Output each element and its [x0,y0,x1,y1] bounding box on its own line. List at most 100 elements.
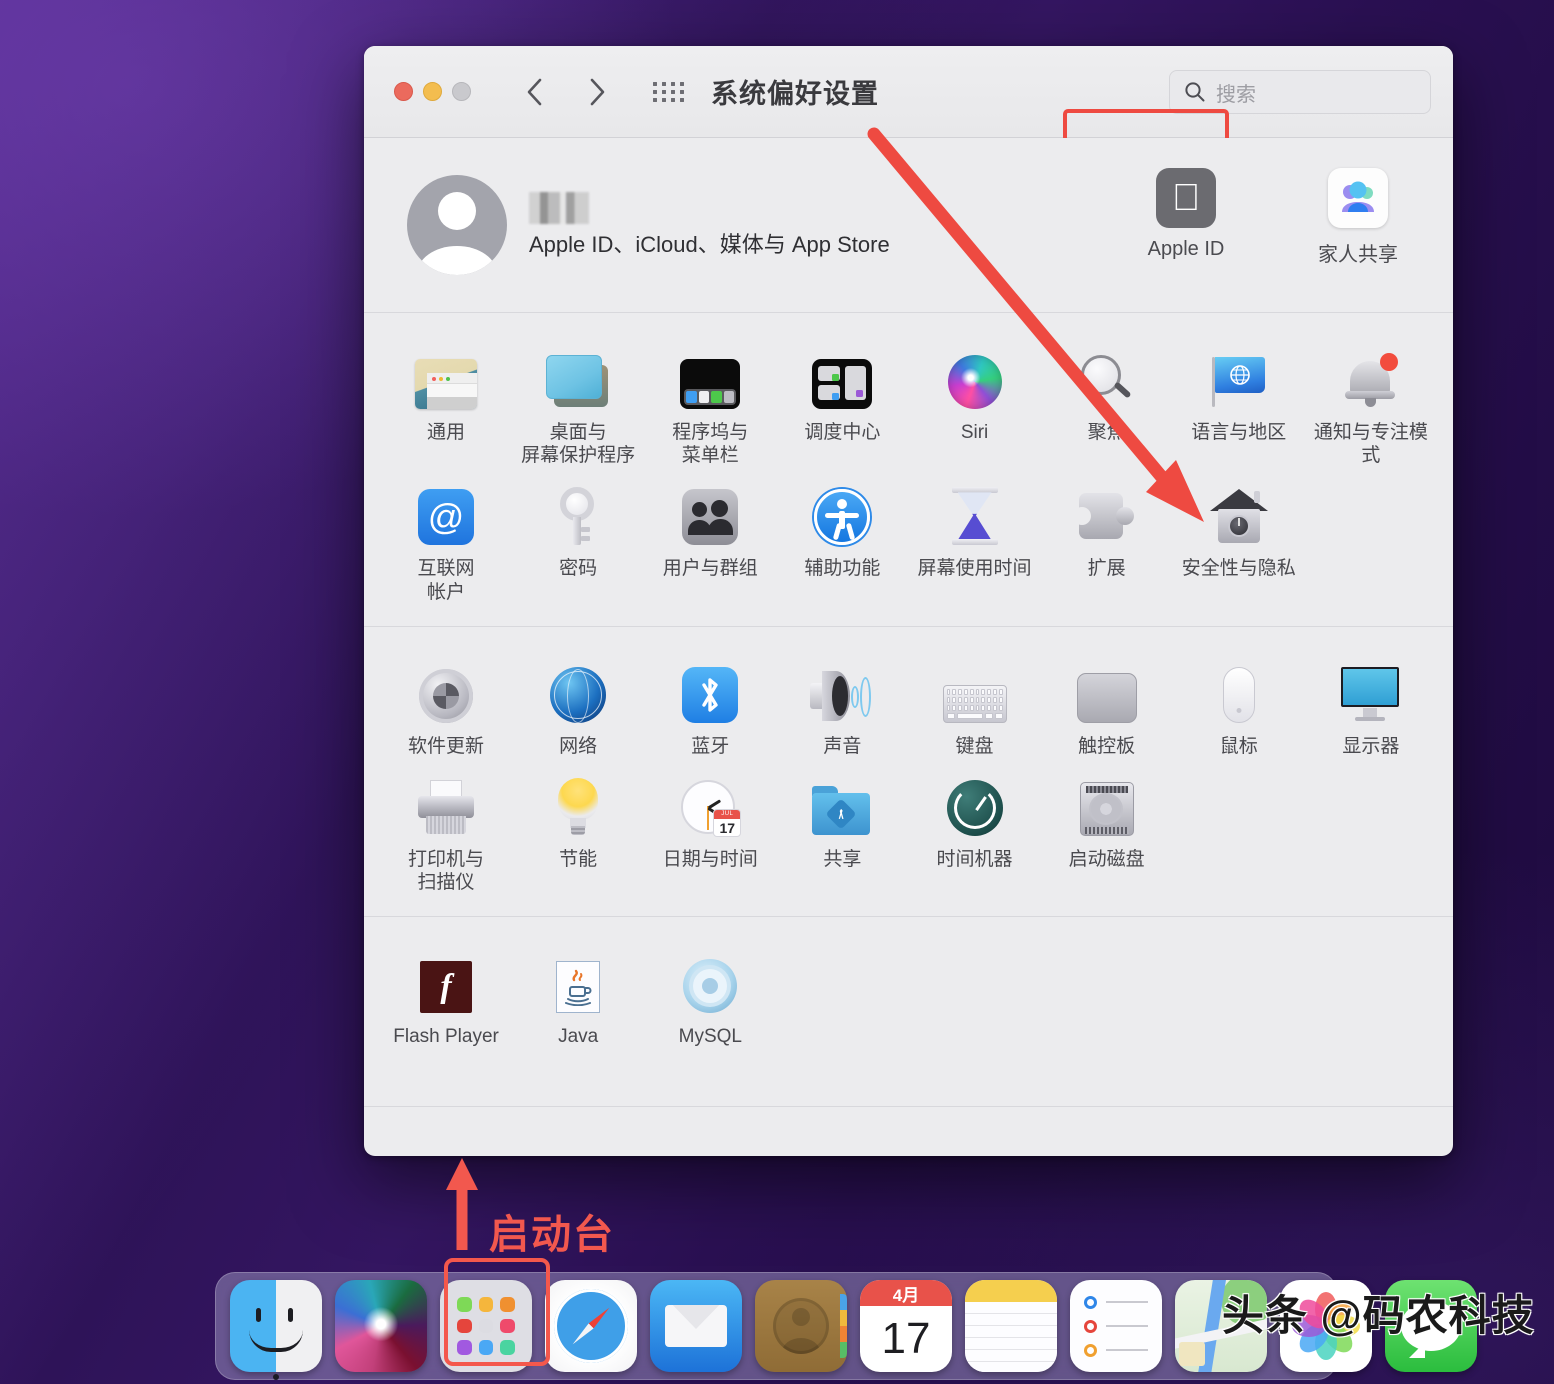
launchpad-annotation-label: 启动台 [489,1213,615,1257]
pane-label: 触控板 [1078,735,1136,757]
calendar-day-label: 17 [719,820,736,837]
siri-dock-icon [335,1280,427,1372]
sound-speaker-icon [810,670,874,723]
pane-siri[interactable]: Siri [909,339,1041,467]
pane-label: 调度中心 [804,422,881,443]
pane-bluetooth[interactable]: 蓝牙 [644,653,776,758]
pane-printers-scanners[interactable]: 打印机与 扫描仪 [380,766,512,894]
pane-energy-saver[interactable]: 节能 [512,766,644,894]
pane-flash-player[interactable]: f Flash Player [380,943,512,1048]
pane-language-region[interactable]: 语言与地区 [1173,339,1305,467]
time-machine-icon [946,779,1003,836]
pane-label: 显示器 [1342,735,1400,757]
dock-item-calendar[interactable]: 4月 17 [860,1280,952,1372]
pane-mysql[interactable]: MySQL [644,943,776,1048]
show-all-grid-icon[interactable] [653,81,685,102]
dock-item-safari[interactable] [545,1280,637,1372]
pane-passwords[interactable]: 密码 [512,475,644,603]
apple-id-shortcuts:  Apple ID [1131,168,1413,267]
preferences-section-personal: 通用 桌面与 屏幕保护程序 程序坞与 菜单栏 调度中心 Siri 聚焦 语言与地… [364,313,1453,627]
pane-spotlight[interactable]: 聚焦 [1041,339,1173,467]
pane-notifications-focus[interactable]: 通知与专注模式 [1305,339,1437,467]
pane-time-machine[interactable]: 时间机器 [909,766,1041,894]
dock-item-siri[interactable] [335,1280,427,1372]
software-update-icon [419,668,474,723]
zoom-button[interactable] [452,82,471,101]
energy-saver-bulb-icon [555,777,601,836]
pane-startup-disk[interactable]: 启动磁盘 [1041,766,1173,894]
watermark: 头条 @码农科技 [1222,1292,1535,1339]
pane-label: 聚焦 [1087,422,1126,443]
pane-label: 网络 [559,735,598,757]
pane-internet-accounts[interactable]: @ 互联网 帐户 [380,475,512,603]
pane-label: 打印机与 扫描仪 [408,848,485,894]
pane-mission-control[interactable]: 调度中心 [776,339,908,467]
pane-general[interactable]: 通用 [380,339,512,467]
pane-sharing[interactable]: 共享 [776,766,908,894]
contacts-icon [755,1280,847,1372]
pane-extensions[interactable]: 扩展 [1041,475,1173,603]
pane-label: 语言与地区 [1191,422,1287,443]
pane-label: 桌面与 屏幕保护程序 [521,422,636,467]
pane-label: 软件更新 [408,735,485,757]
desktop-wallpaper: 系统偏好设置 搜索 Apple ID、iCloud、媒体与 App Store [0,0,1554,1384]
pane-dock-menubar[interactable]: 程序坞与 菜单栏 [644,339,776,467]
displays-icon [1340,666,1401,723]
launchpad-icon [440,1280,532,1372]
pane-label: 蓝牙 [691,735,730,757]
dock-item-reminders[interactable] [1070,1280,1162,1372]
pane-trackpad[interactable]: 触控板 [1041,653,1173,758]
pane-network[interactable]: 网络 [512,653,644,758]
apple-id-text: Apple ID、iCloud、媒体与 App Store [529,191,890,259]
pane-mouse[interactable]: 鼠标 [1173,653,1305,758]
pane-displays[interactable]: 显示器 [1305,653,1437,758]
pane-date-time[interactable]: JUL 17 日期与时间 [644,766,776,894]
apple-id-icon:  [1156,168,1216,228]
pane-label: MySQL [678,1026,742,1048]
dock-item-finder[interactable] [230,1280,322,1380]
passwords-key-icon [554,487,602,546]
pane-security-privacy[interactable]: 安全性与隐私 [1173,475,1305,603]
pane-users-groups[interactable]: 用户与群组 [644,475,776,603]
dock-item-notes[interactable] [965,1280,1057,1372]
system-preferences-window: 系统偏好设置 搜索 Apple ID、iCloud、媒体与 App Store [364,46,1453,1156]
calendar-icon: 4月 17 [860,1280,952,1372]
dock-item-mail[interactable] [650,1280,742,1372]
extensions-puzzle-icon [1072,489,1137,545]
pane-desktop-screensaver[interactable]: 桌面与 屏幕保护程序 [512,339,644,467]
pane-sound[interactable]: 声音 [776,653,908,758]
finder-icon [230,1280,322,1372]
pane-label: 启动磁盘 [1068,848,1145,870]
pane-apple-id[interactable]:  Apple ID [1131,168,1241,267]
close-button[interactable] [394,82,413,101]
pane-screen-time[interactable]: 屏幕使用时间 [909,475,1041,603]
minimize-button[interactable] [423,82,442,101]
search-input[interactable]: 搜索 [1169,70,1431,114]
back-button[interactable] [515,72,555,112]
pane-label: Siri [960,422,989,443]
search-icon [1185,82,1205,102]
pane-keyboard[interactable]: 键盘 [909,653,1041,758]
pane-software-update[interactable]: 软件更新 [380,653,512,758]
pane-label: 程序坞与 菜单栏 [672,422,749,467]
family-sharing-icon [1328,168,1388,228]
security-privacy-icon [1209,489,1268,545]
page-title: 系统偏好设置 [711,79,879,109]
pane-label: Flash Player [393,1026,499,1048]
pane-java[interactable]: Java [512,943,644,1048]
screen-time-icon [950,487,1000,546]
pane-accessibility[interactable]: 辅助功能 [776,475,908,603]
dock-item-contacts[interactable] [755,1280,847,1372]
forward-button[interactable] [577,72,617,112]
apple-id-section[interactable]: Apple ID、iCloud、媒体与 App Store  Apple ID [364,138,1453,313]
pane-label: 安全性与隐私 [1181,558,1296,580]
desktop-screensaver-icon [546,355,610,409]
pane-label: 时间机器 [936,848,1013,870]
account-name-redacted [529,191,589,224]
mission-control-icon [812,359,873,409]
date-time-clock-icon: JUL 17 [681,779,742,837]
pane-family-sharing[interactable]: 家人共享 [1303,168,1413,267]
dock-item-launchpad[interactable] [440,1280,532,1372]
pane-label: 屏幕使用时间 [917,558,1032,580]
pane-label: 节能 [559,848,598,870]
